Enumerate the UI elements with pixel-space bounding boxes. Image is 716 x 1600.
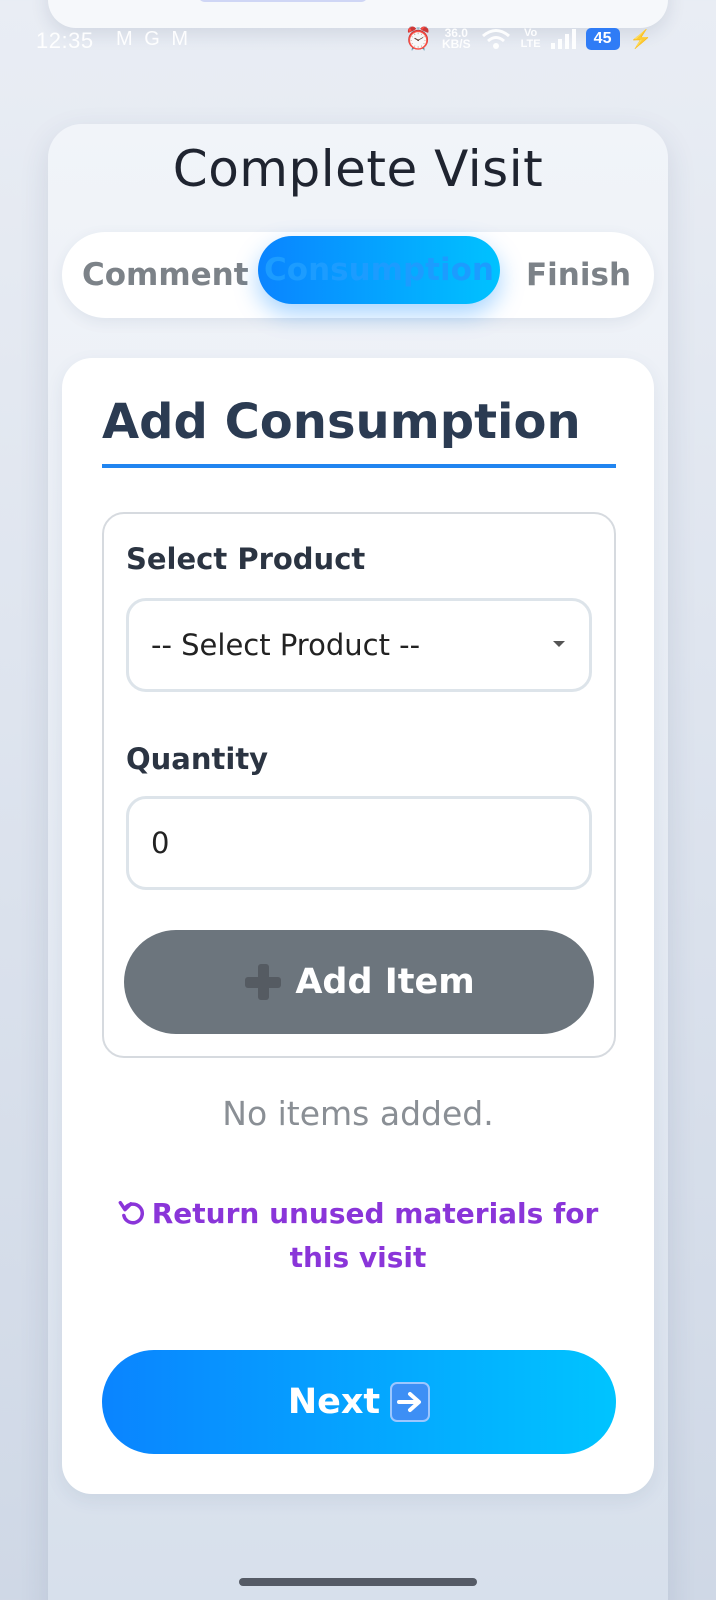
product-select[interactable]: -- Select Product -- [126,598,592,692]
page-title: Complete Visit [172,140,544,198]
volte-indicator: Vo LTE [521,28,541,50]
tab-consumption[interactable]: Consumption [258,236,500,304]
return-materials-link[interactable]: Return unused materials for this visit [112,1192,604,1280]
section-title: Add Consumption [102,394,616,468]
notification-app-icons: M G M [116,28,191,50]
volte-bottom: LTE [520,38,541,50]
quantity-input[interactable]: 0 [126,796,592,890]
network-speed: 36.0 KB/S [441,27,471,51]
wifi-icon [481,29,510,49]
return-materials-label: Return unused materials for this visit [151,1197,599,1274]
undo-icon [118,1200,144,1225]
previous-card-pill [198,0,368,2]
battery-indicator: 45 [585,28,620,50]
signal-icon [550,29,576,49]
network-speed-unit: KB/S [441,37,471,51]
consumption-card: Add Consumption Select Product -- Select… [62,358,654,1494]
charging-icon: ⚡ [629,28,652,49]
product-select-value: -- Select Product -- [151,628,421,662]
product-label: Select Product [126,542,366,576]
status-time: 12:35 [36,28,94,53]
plus-icon [243,962,283,1002]
arrow-right-icon [390,1382,431,1422]
next-label: Next [287,1382,381,1422]
step-tabs: Comment Finish Consumption [62,232,654,318]
tab-finish[interactable]: Finish [526,232,631,318]
add-item-label: Add Item [295,962,475,1002]
home-indicator[interactable] [239,1578,477,1586]
status-bar: 12:35 M G M ⏰ 36.0 KB/S Vo LTE 45 ⚡ [0,26,716,60]
status-right-icons: ⏰ 36.0 KB/S Vo LTE 45 ⚡ [405,26,652,52]
add-item-button[interactable]: Add Item [124,930,594,1034]
add-item-form: Select Product -- Select Product -- Quan… [102,512,616,1058]
quantity-value: 0 [151,826,170,860]
tab-comment[interactable]: Comment [82,232,249,318]
previous-card [48,0,668,28]
quantity-label: Quantity [126,742,269,776]
alarm-icon: ⏰ [404,26,432,51]
chevron-down-icon [553,641,565,647]
next-button[interactable]: Next [102,1350,616,1454]
empty-items-message: No items added. [222,1094,494,1133]
